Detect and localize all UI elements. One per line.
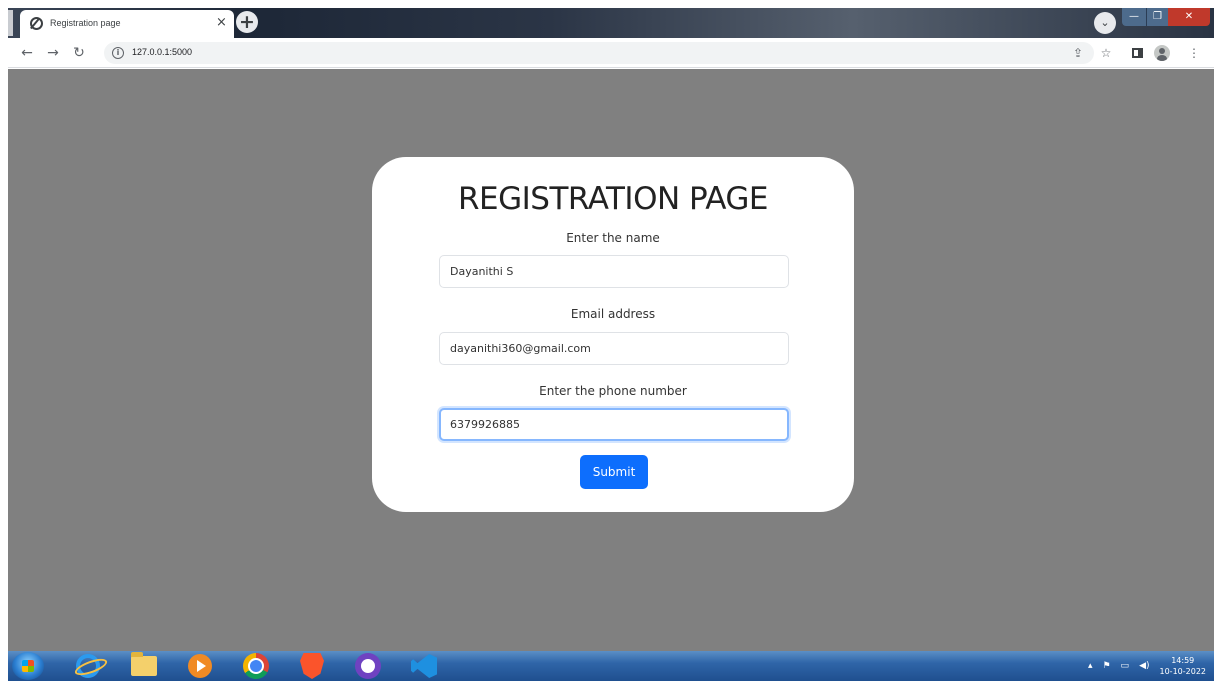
volume-icon[interactable]: ◀) bbox=[1139, 661, 1149, 671]
url-text: 127.0.0.1:5000 bbox=[132, 47, 193, 57]
address-bar[interactable]: i 127.0.0.1:5000 bbox=[104, 42, 1094, 64]
system-tray: ▴ ⚑ ▭ ◀) 14:59 10-10-2022 bbox=[1088, 651, 1206, 681]
page-viewport: REGISTRATION PAGE Enter the name Dayanit… bbox=[8, 69, 1214, 651]
desktop-screen: Registration page × + ⌄ — ❐ ✕ ← → ↻ i 12… bbox=[8, 8, 1214, 681]
new-tab-button[interactable]: + bbox=[236, 11, 258, 33]
brave-icon[interactable] bbox=[286, 652, 338, 680]
profile-avatar-icon[interactable] bbox=[1154, 45, 1170, 61]
forward-arrow-icon[interactable]: → bbox=[44, 44, 62, 62]
maximize-button[interactable]: ❐ bbox=[1146, 8, 1168, 26]
minimize-button[interactable]: — bbox=[1122, 8, 1146, 26]
network-icon[interactable]: ▭ bbox=[1121, 661, 1130, 671]
clock-date: 10-10-2022 bbox=[1159, 667, 1207, 676]
chevron-down-icon[interactable]: ⌄ bbox=[1094, 12, 1116, 34]
tab-strip-edge bbox=[8, 10, 13, 36]
registration-card: REGISTRATION PAGE Enter the name Dayanit… bbox=[372, 157, 854, 512]
reload-icon[interactable]: ↻ bbox=[70, 44, 88, 62]
taskbar: ▴ ⚑ ▭ ◀) 14:59 10-10-2022 bbox=[8, 651, 1214, 681]
side-panel-icon[interactable] bbox=[1132, 48, 1143, 58]
action-center-icon[interactable]: ⚑ bbox=[1102, 661, 1110, 671]
close-window-button[interactable]: ✕ bbox=[1168, 8, 1210, 26]
browser-toolbar: ← → ↻ i 127.0.0.1:5000 ⇪ ☆ ⋮ bbox=[8, 38, 1214, 68]
star-icon[interactable]: ☆ bbox=[1098, 44, 1114, 62]
internet-explorer-icon[interactable] bbox=[62, 652, 114, 680]
page-title: REGISTRATION PAGE bbox=[458, 181, 769, 217]
vscode-icon[interactable] bbox=[398, 652, 450, 680]
chrome-icon[interactable] bbox=[230, 652, 282, 680]
browser-tab-strip: Registration page × + ⌄ — ❐ ✕ bbox=[8, 8, 1214, 38]
github-desktop-icon[interactable] bbox=[342, 652, 394, 680]
email-label: Email address bbox=[570, 307, 656, 321]
name-label: Enter the name bbox=[566, 231, 660, 245]
email-input[interactable]: dayanithi360@gmail.com bbox=[439, 332, 789, 365]
tab-registration[interactable]: Registration page × bbox=[20, 10, 234, 38]
submit-button[interactable]: Submit bbox=[580, 455, 648, 489]
clock[interactable]: 14:59 10-10-2022 bbox=[1160, 655, 1207, 677]
info-icon[interactable]: i bbox=[112, 47, 124, 59]
start-button[interactable] bbox=[12, 652, 44, 680]
phone-input[interactable]: 6379926885 bbox=[439, 408, 789, 441]
name-input[interactable]: Dayanithi S bbox=[439, 255, 789, 288]
globe-icon bbox=[30, 17, 43, 30]
file-explorer-icon[interactable] bbox=[118, 652, 170, 680]
tab-title: Registration page bbox=[50, 18, 121, 28]
window-controls: — ❐ ✕ bbox=[1122, 8, 1210, 26]
media-player-icon[interactable] bbox=[174, 652, 226, 680]
back-arrow-icon[interactable]: ← bbox=[18, 44, 36, 62]
phone-label: Enter the phone number bbox=[539, 384, 687, 398]
close-icon[interactable]: × bbox=[216, 15, 227, 31]
clock-time: 14:59 bbox=[1171, 656, 1195, 665]
tray-expand-icon[interactable]: ▴ bbox=[1088, 661, 1093, 671]
share-icon[interactable]: ⇪ bbox=[1070, 44, 1086, 62]
more-menu-icon[interactable]: ⋮ bbox=[1186, 44, 1202, 62]
